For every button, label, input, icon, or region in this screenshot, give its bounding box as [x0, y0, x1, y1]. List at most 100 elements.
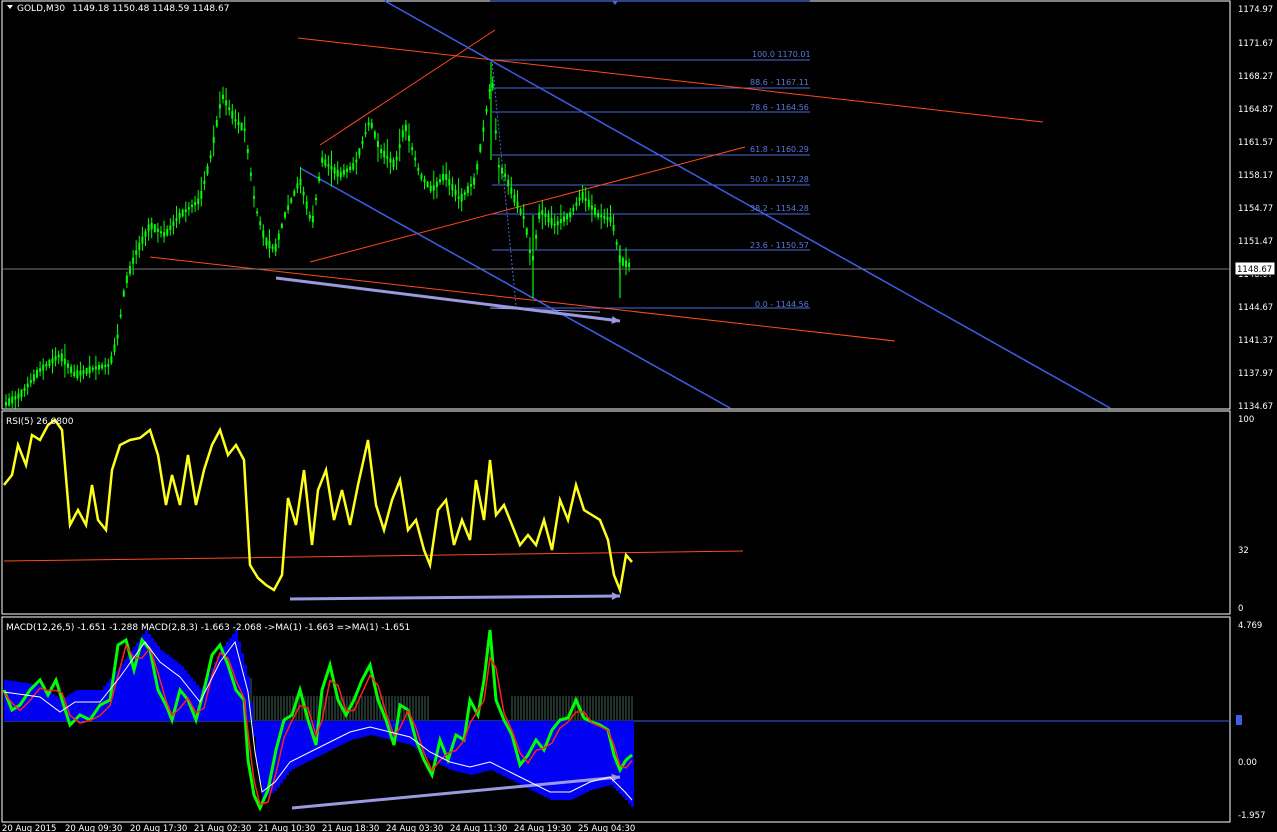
time-tick: 20 Aug 09:30 — [65, 824, 122, 832]
fib-trend-line — [491, 59, 517, 306]
candle-body — [566, 214, 569, 220]
candle-body — [572, 207, 575, 212]
price-tick: 1161.57 — [1238, 138, 1273, 148]
candle-body — [29, 379, 32, 384]
candle-body — [234, 119, 237, 122]
macd-hist-bar — [553, 721, 556, 800]
analysis-objects[interactable] — [149, 0, 1111, 810]
candle-body — [507, 179, 510, 187]
candle-body — [584, 198, 587, 201]
candle-body — [262, 230, 265, 238]
candle-body — [23, 387, 26, 391]
candle-body — [364, 132, 367, 135]
macd-hist-bar — [13, 681, 16, 721]
candle-body — [200, 190, 203, 199]
candle-body — [609, 216, 612, 223]
time-tick: 24 Aug 19:30 — [514, 824, 571, 832]
macd-hist-bar — [535, 721, 538, 793]
symbol-label: GOLD,M30 — [17, 4, 65, 14]
candle-body — [51, 358, 54, 364]
time-tick: 24 Aug 11:30 — [450, 824, 507, 832]
candle-body — [544, 213, 547, 217]
candle-body — [457, 196, 460, 199]
candle-body — [336, 169, 339, 177]
macd-hist-bar — [259, 721, 262, 783]
candle-body — [587, 199, 590, 208]
macd-hist-bar — [142, 634, 145, 721]
fibonacci-labels[interactable]: 100.0 1170.01 88.6 - 1167.11 78.6 - 1164… — [750, 50, 811, 309]
candle-body — [94, 366, 97, 370]
ohlc-label: 1149.18 1150.48 1148.59 1148.67 — [72, 4, 229, 14]
candle-body — [194, 201, 197, 206]
candle-body — [628, 262, 631, 268]
channel-line — [384, 0, 1111, 409]
candle-body — [346, 168, 348, 173]
candle-body — [550, 218, 553, 226]
candle-body — [110, 356, 113, 364]
candle-body — [528, 250, 531, 253]
candle-body — [308, 215, 311, 219]
candle-body — [79, 370, 82, 376]
time-tick: 20 Aug 17:30 — [130, 824, 187, 832]
rsi-pane-frame — [1, 410, 1231, 615]
macd-hist-bar — [328, 721, 331, 751]
candle-body — [246, 149, 249, 153]
candle-body — [590, 205, 593, 210]
candle-body — [166, 228, 169, 236]
candle-body — [330, 166, 333, 170]
macd-hist-bar — [571, 721, 574, 800]
candle-body — [265, 237, 268, 246]
arrow-head-icon — [611, 592, 620, 600]
candle-body — [231, 111, 234, 119]
candle-body — [501, 167, 503, 174]
trend-line — [149, 256, 896, 342]
candle-body — [563, 216, 565, 222]
time-tick: 21 Aug 18:30 — [322, 824, 379, 832]
candle-body — [395, 156, 398, 161]
macd-hist-bar — [343, 721, 346, 744]
macd-hist-bar — [574, 721, 577, 798]
macd-hist-bar — [580, 721, 583, 795]
candle-body — [463, 192, 466, 196]
candle-body — [373, 131, 376, 138]
rsi-label: RSI(5) 26.6800 — [6, 417, 74, 427]
candle-body — [268, 240, 271, 249]
candle-body — [184, 209, 187, 212]
candle-body — [141, 236, 144, 244]
price-candles — [5, 62, 631, 410]
candle-body — [522, 215, 525, 219]
macd-tick: 4.769 — [1238, 621, 1262, 631]
candle-body — [451, 184, 454, 191]
candle-body — [615, 242, 618, 245]
candle-body — [26, 383, 29, 388]
candle-body — [426, 181, 429, 188]
candle-body — [60, 353, 63, 362]
candle-body — [519, 209, 522, 214]
candle-body — [556, 221, 559, 226]
candle-body — [429, 185, 432, 192]
candle-body — [125, 275, 128, 284]
candle-body — [20, 389, 23, 398]
candle-body — [318, 176, 321, 182]
price-tick: 1151.47 — [1238, 237, 1273, 247]
candle-body — [470, 184, 472, 187]
macd-hist-bar — [559, 721, 562, 800]
fib-level-label: 61.8 - 1160.29 — [750, 145, 809, 154]
macd-hist-bar — [619, 721, 622, 794]
candle-body — [156, 228, 159, 232]
candle-body — [460, 193, 463, 202]
macd-hist-bar — [295, 721, 298, 768]
fib-level-label: 50.0 - 1157.28 — [750, 175, 809, 184]
price-tick: 1144.67 — [1238, 303, 1273, 313]
candle-body — [54, 355, 57, 361]
chart-menu-arrow-icon[interactable] — [7, 5, 13, 9]
candle-body — [401, 130, 404, 138]
trading-chart[interactable]: GOLD,M30 1149.18 1150.48 1148.59 1148.67… — [0, 0, 1277, 832]
candle-body — [63, 358, 66, 365]
macd-hist-bar — [406, 721, 409, 744]
candle-body — [206, 166, 209, 174]
candle-body — [88, 366, 91, 374]
candle-body — [122, 290, 125, 297]
macd-hist-bar — [289, 721, 292, 772]
candle-body — [594, 207, 596, 215]
